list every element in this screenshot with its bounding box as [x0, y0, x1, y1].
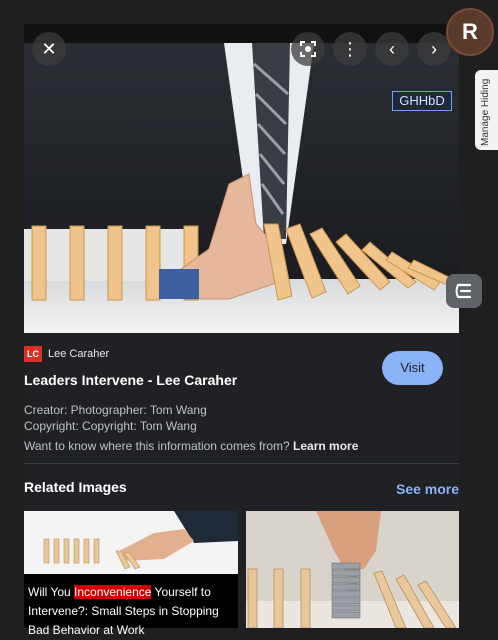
- sidebar-toggle-button[interactable]: [446, 274, 482, 308]
- more-options-button[interactable]: ⋮: [333, 32, 367, 66]
- info-question: Want to know where this information come…: [24, 439, 290, 453]
- related-caption-1[interactable]: Will You Inconvenience Yourself to Inter…: [28, 583, 234, 640]
- copyright-text: Copyright: Copyright: Tom Wang: [24, 419, 197, 433]
- lens-search-button[interactable]: [291, 32, 325, 66]
- close-button[interactable]: ✕: [32, 32, 66, 66]
- creator-text: Creator: Photographer: Tom Wang: [24, 403, 207, 417]
- manage-hiding-tab[interactable]: Manage Hiding: [475, 70, 498, 150]
- visit-button[interactable]: Visit: [382, 351, 443, 385]
- more-vert-icon: ⋮: [341, 39, 359, 59]
- info-line: Want to know where this information come…: [24, 439, 358, 453]
- related-images-heading: Related Images: [24, 479, 127, 495]
- see-more-link[interactable]: See more: [396, 481, 459, 497]
- source-site[interactable]: LC Lee Caraher: [24, 346, 109, 362]
- previous-image-button[interactable]: ‹: [375, 32, 409, 66]
- extension-logo-letter: R: [462, 19, 478, 44]
- caption-text-start: Will You: [28, 585, 75, 599]
- close-icon: ✕: [41, 39, 57, 59]
- lens-icon: [300, 41, 316, 57]
- caption-highlight: Inconvenience: [74, 585, 152, 599]
- site-favicon: LC: [24, 346, 42, 362]
- source-name: Lee Caraher: [48, 348, 110, 360]
- related-image-2[interactable]: [246, 511, 459, 628]
- section-divider: [24, 463, 459, 464]
- result-title[interactable]: Leaders Intervene - Lee Caraher: [24, 372, 237, 388]
- extension-logo-button[interactable]: R: [446, 8, 494, 56]
- sidebar-toggle-icon: [455, 283, 472, 299]
- chevron-left-icon: ‹: [389, 39, 395, 59]
- chevron-right-icon: ›: [431, 39, 437, 59]
- image-tag-label: GHHbD: [392, 91, 452, 111]
- main-image[interactable]: [24, 24, 459, 333]
- learn-more-link[interactable]: Learn more: [293, 439, 358, 453]
- manage-hiding-label: Manage Hiding: [480, 78, 491, 146]
